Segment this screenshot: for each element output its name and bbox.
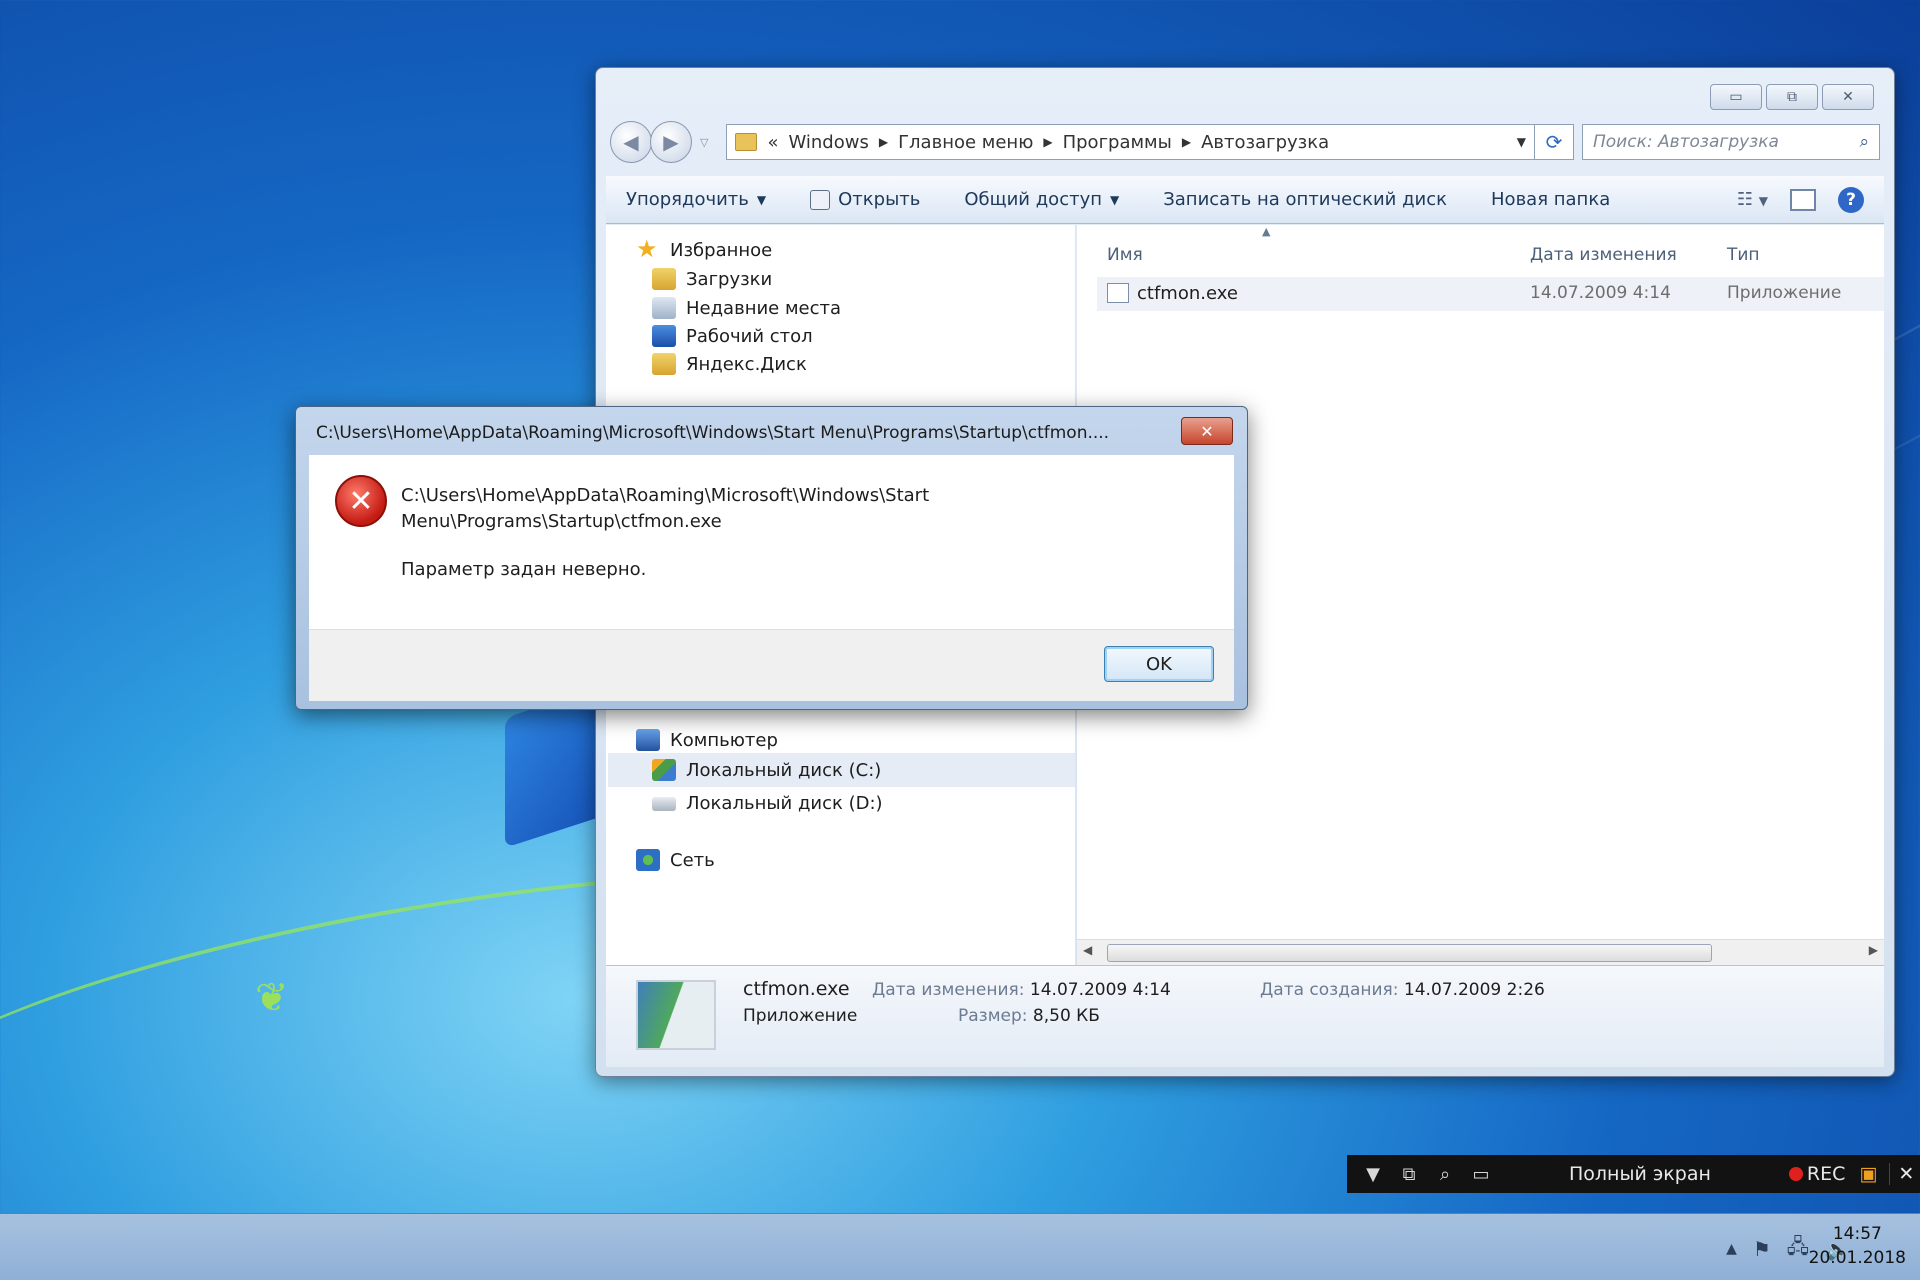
fullscreen-button[interactable]: Полный экран (1569, 1163, 1711, 1185)
folder-icon (735, 133, 758, 151)
search-input[interactable]: Поиск: Автозагрузка ⌕ (1582, 124, 1880, 160)
file-thumbnail (636, 980, 716, 1050)
action-center-flag-icon[interactable]: ⚑ (1753, 1237, 1771, 1261)
help-icon[interactable]: ? (1838, 186, 1864, 213)
forward-button[interactable]: ▶ (650, 121, 692, 163)
close-button[interactable]: ✕ (1822, 84, 1874, 110)
breadcrumb-programs[interactable]: Программы (1063, 132, 1172, 153)
view-options-button[interactable]: ☷ ▼ (1737, 189, 1768, 210)
clock[interactable]: 14:57 20.01.2018 (1809, 1222, 1906, 1270)
open-button[interactable]: Открыть (810, 189, 920, 210)
window-caption-buttons: ▭ ⧉ ✕ (1710, 84, 1874, 110)
organize-button[interactable]: Упорядочить ▼ (626, 189, 766, 210)
burn-disc-button[interactable]: Записать на оптический диск (1163, 189, 1447, 210)
dropdown-arrow-icon[interactable]: ▼ (1355, 1164, 1391, 1185)
details-size: Размер: 8,50 КБ (958, 1006, 1100, 1026)
minimize-button[interactable]: ▭ (1710, 84, 1762, 110)
system-drive-icon (652, 759, 676, 781)
nav-item-recent[interactable]: Недавние места (652, 297, 841, 319)
recent-places-icon (652, 297, 676, 319)
breadcrumb-arrow-icon[interactable]: ▶ (1043, 135, 1052, 149)
taskbar: ▲ ⚑ 🖧 🔈 14:57 20.01.2018 (0, 1213, 1920, 1280)
scroll-left-icon[interactable]: ◀ (1083, 943, 1092, 957)
windows-icon[interactable]: ⧉ (1391, 1164, 1427, 1185)
breadcrumb-windows[interactable]: Windows (788, 132, 868, 153)
nav-item-yandex-disk[interactable]: Яндекс.Диск (652, 353, 807, 375)
address-overflow[interactable]: « (767, 132, 778, 153)
column-header-name[interactable]: Имя (1107, 245, 1143, 265)
network-icon[interactable]: 🖧 (1787, 1232, 1809, 1266)
dialog-message: Параметр задан неверно. (401, 559, 647, 580)
share-button[interactable]: Общий доступ ▼ (964, 189, 1119, 210)
error-icon: ✕ (335, 475, 387, 527)
search-icon[interactable]: ⌕ (1859, 132, 1869, 152)
file-name: ctfmon.exe (1137, 283, 1238, 304)
details-created: Дата создания: 14.07.2009 2:26 (1260, 980, 1545, 1000)
desktop-icon (652, 325, 676, 347)
star-icon: ★ (636, 235, 658, 263)
close-icon[interactable]: ✕ (1889, 1163, 1914, 1185)
nav-item-disk-d[interactable]: Локальный диск (D:) (652, 793, 883, 814)
new-folder-button[interactable]: Новая папка (1491, 189, 1610, 210)
breadcrumb-arrow-icon[interactable]: ▶ (879, 135, 888, 149)
application-icon (810, 189, 831, 210)
dialog-path: C:\Users\Home\AppData\Roaming\Microsoft\… (401, 485, 930, 532)
address-bar[interactable]: « Windows ▶ Главное меню ▶ Программы ▶ А… (726, 124, 1535, 160)
nav-item-computer[interactable]: Компьютер (636, 729, 778, 751)
folder-icon (652, 353, 676, 375)
camera-icon[interactable]: ▣ (1859, 1163, 1877, 1185)
network-icon (636, 849, 660, 871)
details-file-name: ctfmon.exe (743, 978, 850, 1000)
recent-pages-dropdown[interactable]: ▽ (700, 136, 708, 149)
details-modified: Дата изменения: 14.07.2009 4:14 (872, 980, 1171, 1000)
zoom-icon[interactable]: ⌕ (1427, 1164, 1463, 1185)
command-bar: Упорядочить ▼ Открыть Общий доступ ▼ Запис… (606, 176, 1884, 224)
refresh-button[interactable]: ⟳ (1534, 124, 1574, 160)
computer-icon (636, 729, 660, 751)
nav-item-desktop[interactable]: Рабочий стол (652, 325, 813, 347)
maximize-button[interactable]: ⧉ (1766, 84, 1818, 110)
recorder-toolbar: ▼ ⧉ ⌕ ▭ Полный экран REC ▣ ✕ (1347, 1155, 1920, 1193)
column-header-date[interactable]: Дата изменения (1530, 245, 1677, 265)
scroll-right-icon[interactable]: ▶ (1869, 943, 1878, 957)
table-row[interactable]: ctfmon.exe 14.07.2009 4:14 Приложение (1097, 277, 1884, 311)
drive-icon (652, 796, 676, 811)
nav-item-favorites[interactable]: ★ Избранное (636, 235, 772, 263)
sprout-icon: ❦ (255, 975, 289, 1021)
region-icon[interactable]: ▭ (1463, 1164, 1499, 1185)
record-button[interactable]: REC (1788, 1163, 1845, 1185)
breadcrumb-arrow-icon[interactable]: ▶ (1182, 135, 1191, 149)
preview-pane-icon[interactable] (1790, 188, 1816, 211)
show-hidden-icons-icon[interactable]: ▲ (1726, 1241, 1737, 1257)
details-pane: ctfmon.exe Приложение Дата изменения: 14… (606, 965, 1884, 1067)
nav-item-disk-c[interactable]: Локальный диск (C:) (608, 753, 1075, 787)
file-date: 14.07.2009 4:14 (1530, 283, 1671, 303)
dialog-title: C:\Users\Home\AppData\Roaming\Microsoft\… (316, 423, 1110, 443)
breadcrumb-startup[interactable]: Автозагрузка (1201, 132, 1329, 153)
error-dialog[interactable]: C:\Users\Home\AppData\Roaming\Microsoft\… (295, 406, 1248, 710)
file-type: Приложение (1727, 283, 1842, 303)
chevron-down-icon: ▼ (1110, 192, 1120, 207)
scrollbar-thumb[interactable] (1107, 944, 1712, 962)
breadcrumb-start-menu[interactable]: Главное меню (898, 132, 1033, 153)
dialog-close-button[interactable]: ✕ (1181, 417, 1233, 445)
back-button[interactable]: ◀ (610, 121, 652, 163)
chevron-down-icon: ▼ (756, 192, 767, 207)
dialog-footer: OK (309, 629, 1234, 701)
column-header-type[interactable]: Тип (1727, 245, 1760, 265)
address-dropdown-icon[interactable]: ▼ (1517, 135, 1526, 149)
details-file-kind: Приложение (743, 1006, 858, 1026)
nav-item-downloads[interactable]: Загрузки (652, 268, 772, 290)
application-icon (1107, 283, 1129, 303)
navigation-bar: ◀ ▶ ▽ « Windows ▶ Главное меню ▶ Програм… (610, 120, 1880, 164)
sort-indicator-icon: ▲ (1262, 225, 1271, 238)
record-dot-icon (1788, 1167, 1803, 1181)
horizontal-scrollbar[interactable]: ◀ ▶ (1077, 939, 1884, 965)
downloads-folder-icon (652, 268, 676, 290)
dialog-body: ✕ C:\Users\Home\AppData\Roaming\Microsof… (309, 455, 1234, 629)
ok-button[interactable]: OK (1104, 646, 1214, 682)
nav-item-network[interactable]: Сеть (636, 849, 715, 871)
